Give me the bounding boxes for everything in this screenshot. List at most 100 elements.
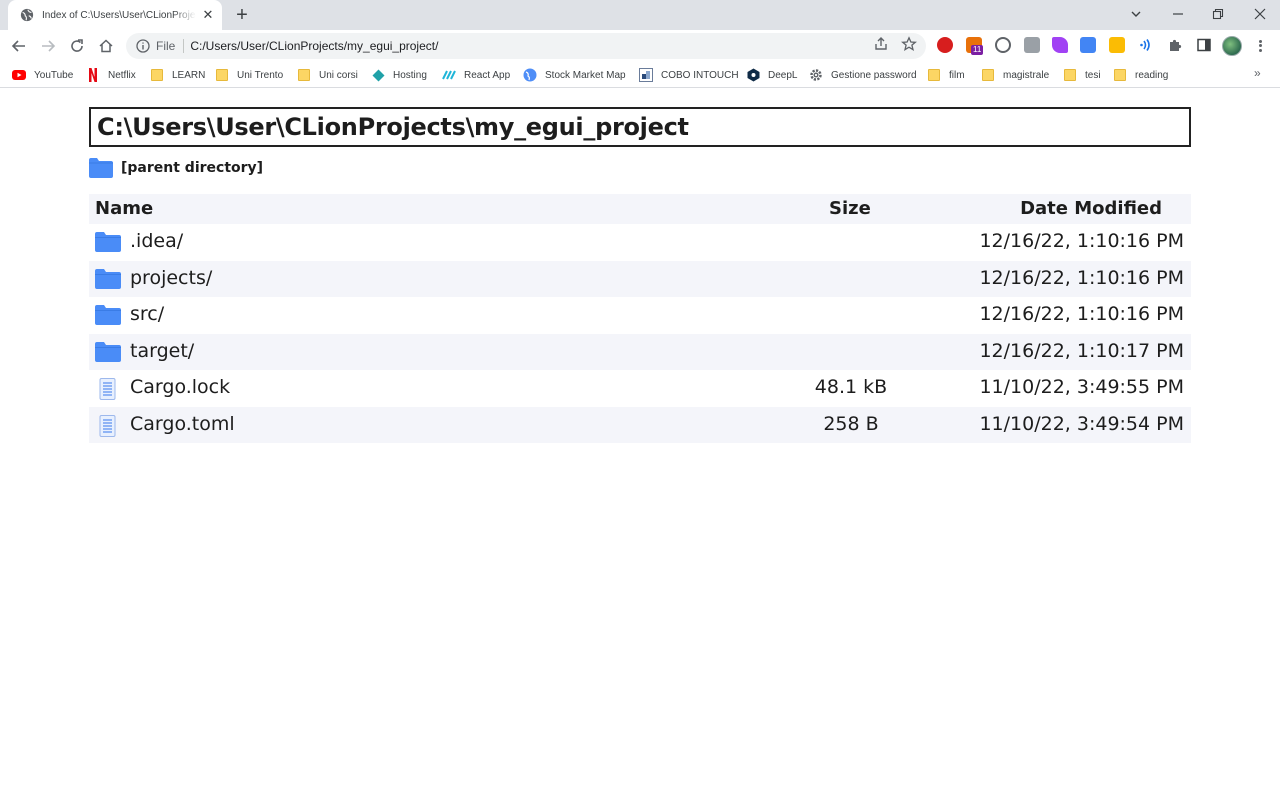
youtube-icon [12, 68, 26, 82]
diamond-icon [371, 68, 385, 82]
file-row[interactable]: Cargo.lock 48.1 kB 11/10/22, 3:49:55 PM [89, 370, 1191, 407]
file-row[interactable]: Cargo.toml 258 B 11/10/22, 3:49:54 PM [89, 406, 1191, 443]
gear-icon [809, 68, 823, 82]
home-button[interactable] [94, 34, 118, 58]
entry-name-link[interactable]: .idea/ [130, 230, 183, 252]
entry-name-link[interactable]: Cargo.lock [130, 376, 230, 398]
bookmark-react-app[interactable]: React App [442, 67, 510, 83]
bookmarks-bar: YouTube Netflix LEARN Uni Trento Uni cor… [0, 62, 1280, 88]
page-title: C:\Users\User\CLionProjects\my_egui_proj… [89, 107, 1191, 147]
folder-icon [150, 68, 164, 82]
column-date-header[interactable]: Date Modified [1020, 198, 1162, 219]
side-panel-button[interactable] [1196, 37, 1212, 53]
bookmark-uni-trento[interactable]: Uni Trento [215, 67, 283, 83]
bookmark-netflix[interactable]: Netflix [86, 67, 136, 83]
folder-icon [1063, 68, 1077, 82]
profile-avatar[interactable] [1222, 36, 1242, 56]
minimize-button[interactable] [1158, 0, 1198, 28]
entry-name-link[interactable]: src/ [130, 303, 164, 325]
reload-button[interactable] [65, 34, 89, 58]
folder-row[interactable]: projects/12/16/22, 1:10:16 PM [89, 260, 1191, 297]
entry-name-link[interactable]: Cargo.toml [130, 413, 235, 435]
netflix-icon [86, 68, 100, 82]
opera-red-icon[interactable] [937, 37, 953, 53]
bookmark-gestione-password[interactable]: Gestione password [809, 67, 917, 83]
folder-row[interactable]: target/12/16/22, 1:10:17 PM [89, 333, 1191, 370]
restore-icon [1212, 8, 1224, 20]
url-text[interactable]: C:/Users/User/CLionProjects/my_egui_proj… [190, 39, 438, 53]
menu-kebab-icon[interactable] [1254, 36, 1266, 56]
folder-icon [95, 268, 121, 289]
restore-button[interactable] [1198, 0, 1238, 28]
entry-name-link[interactable]: projects/ [130, 267, 212, 289]
tab-counter-icon[interactable]: 11 [966, 37, 984, 55]
tab-counter-badge: 11 [971, 45, 984, 55]
tab-close-icon[interactable]: ✕ [200, 7, 216, 23]
reload-icon [71, 39, 83, 52]
folder-row[interactable]: src/12/16/22, 1:10:16 PM [89, 297, 1191, 334]
bookmark-film[interactable]: film [927, 67, 965, 83]
bookmark-stock-market-map[interactable]: Stock Market Map [523, 67, 626, 83]
directory-listing-page: C:\Users\User\CLionProjects\my_egui_proj… [0, 89, 1280, 800]
bookmark-tesi[interactable]: tesi [1063, 67, 1101, 83]
entry-size: 48.1 kB [814, 376, 888, 398]
globe-icon [20, 8, 34, 22]
code-icon[interactable] [1024, 37, 1040, 53]
address-bar[interactable]: File C:/Users/User/CLionProjects/my_egui… [126, 33, 926, 59]
deepl-icon [746, 68, 760, 82]
forward-button[interactable] [36, 34, 60, 58]
table-body: .idea/12/16/22, 1:10:16 PM projects/12/1… [89, 224, 1191, 443]
tab-title: Index of C:\Users\User\CLionProjects\my_… [42, 9, 196, 21]
translate-icon[interactable] [1080, 37, 1096, 53]
wifi-icon[interactable] [1138, 37, 1154, 53]
info-icon[interactable] [136, 39, 150, 53]
chevron-down-icon [1131, 11, 1141, 17]
folder-icon [89, 158, 113, 178]
bookmark-star-button[interactable] [900, 35, 918, 53]
tab-search-button[interactable] [1116, 0, 1156, 28]
bookmark-hosting[interactable]: Hosting [371, 67, 427, 83]
folder-icon [927, 68, 941, 82]
tab-strip: Index of C:\Users\User\CLionProjects\my_… [0, 0, 1280, 30]
folder-icon [95, 341, 121, 362]
scheme-label: File [156, 39, 176, 53]
bookmark-cobo-intouch[interactable]: COBO INTOUCH [639, 67, 739, 83]
react-icon [442, 68, 456, 82]
bookmark-deepl[interactable]: DeepL [746, 67, 797, 83]
folder-icon [1113, 68, 1127, 82]
arrow-right-icon [42, 40, 56, 52]
home-icon [99, 39, 113, 53]
bookmark-youtube[interactable]: YouTube [12, 67, 73, 83]
extensions-puzzle-icon [1170, 39, 1182, 51]
file-icon [95, 378, 121, 400]
omnibox-divider [183, 39, 185, 53]
entry-size: 258 B [823, 412, 879, 435]
entry-date: 11/10/22, 3:49:54 PM [979, 412, 1184, 435]
close-window-button[interactable] [1240, 0, 1280, 28]
folder-icon [215, 68, 229, 82]
back-button[interactable] [7, 34, 31, 58]
entry-date: 12/16/22, 1:10:16 PM [979, 230, 1184, 252]
column-name-header[interactable]: Name [95, 198, 153, 219]
gauge-icon[interactable] [995, 37, 1011, 53]
folder-row[interactable]: .idea/12/16/22, 1:10:16 PM [89, 224, 1191, 261]
keep-icon[interactable] [1109, 37, 1125, 53]
browser-tab[interactable]: Index of C:\Users\User\CLionProjects\my_… [8, 0, 222, 30]
entry-name-link[interactable]: target/ [130, 340, 194, 362]
bookmark-uni-corsi[interactable]: Uni corsi [297, 67, 358, 83]
close-icon [1254, 8, 1266, 20]
bookmark-magistrale[interactable]: magistrale [981, 67, 1049, 83]
arrow-left-icon [11, 40, 25, 52]
column-size-header[interactable]: Size [829, 198, 871, 219]
share-icon [875, 37, 887, 50]
feather-icon[interactable] [1052, 37, 1068, 53]
share-button[interactable] [872, 35, 890, 53]
new-tab-button[interactable]: + [232, 5, 252, 25]
star-icon [901, 36, 917, 51]
puzzle-icon[interactable] [1167, 37, 1183, 53]
bookmarks-overflow-button[interactable]: » [1254, 66, 1261, 80]
globe-icon [523, 68, 537, 82]
bookmark-learn[interactable]: LEARN [150, 67, 205, 83]
bookmark-reading[interactable]: reading [1113, 67, 1168, 83]
parent-directory-link[interactable]: [parent directory] [89, 158, 263, 178]
